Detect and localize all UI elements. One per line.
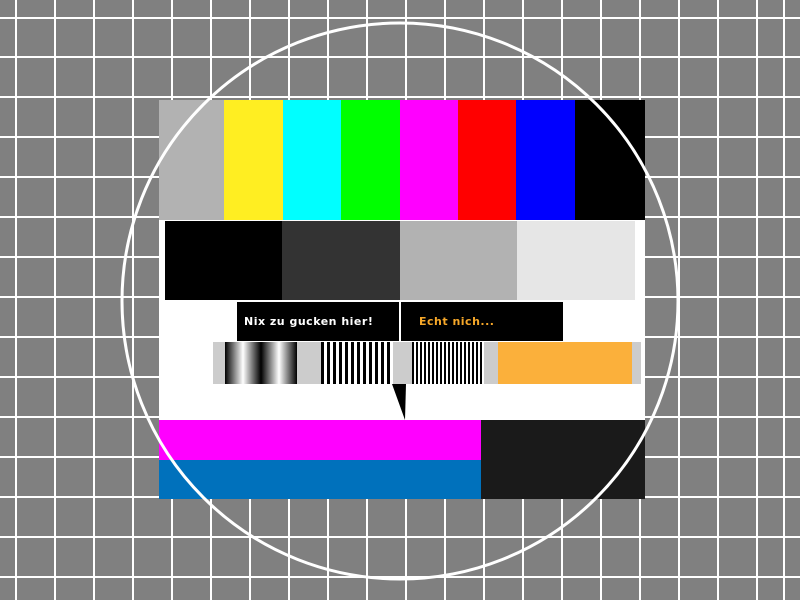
- burst-stripe: [452, 342, 454, 384]
- orange-block: [498, 342, 632, 384]
- frequency-bursts: [213, 342, 641, 384]
- burst-stripe: [381, 342, 384, 384]
- burst-stripe: [369, 342, 372, 384]
- burst-stripe: [444, 342, 446, 384]
- gray-step-dark: [282, 221, 400, 300]
- caption-left: Nix zu gucken hier!: [244, 315, 373, 328]
- caption-right: Echt nich...: [419, 315, 494, 328]
- color-bar-magenta: [400, 100, 458, 220]
- burst-stripe: [333, 342, 336, 384]
- burst-stripe: [357, 342, 360, 384]
- bottom-blue: [159, 460, 481, 499]
- gray-scale-steps: [165, 221, 635, 300]
- color-bar-red: [458, 100, 516, 220]
- burst-stripe: [432, 342, 434, 384]
- burst-stripe: [448, 342, 450, 384]
- test-card: Nix zu gucken hier! Echt nich...: [0, 0, 800, 600]
- burst-stripe: [420, 342, 422, 384]
- burst-stripe: [468, 342, 470, 384]
- top-color-bars: [159, 100, 645, 220]
- burst-stripe: [412, 342, 414, 384]
- burst-stripe: [472, 342, 474, 384]
- burst-mid-frequency: [321, 342, 393, 384]
- burst-stripe: [456, 342, 458, 384]
- burst-stripe: [351, 342, 354, 384]
- bottom-dark: [481, 420, 645, 499]
- gray-step-light: [517, 221, 635, 300]
- color-bar-blue: [516, 100, 575, 220]
- burst-stripe: [424, 342, 426, 384]
- burst-stripe: [339, 342, 342, 384]
- bottom-band: [159, 420, 645, 499]
- burst-stripe: [321, 342, 324, 384]
- burst-stripe: [464, 342, 466, 384]
- burst-stripe: [416, 342, 418, 384]
- burst-low-frequency: [225, 342, 297, 384]
- gray-step-mid: [400, 221, 517, 300]
- burst-stripe: [327, 342, 330, 384]
- burst-stripe: [387, 342, 390, 384]
- burst-stripe: [375, 342, 378, 384]
- burst-stripe: [440, 342, 442, 384]
- gray-step-black: [165, 221, 282, 300]
- color-bar-yellow: [224, 100, 283, 220]
- burst-stripe: [476, 342, 478, 384]
- bottom-magenta: [159, 420, 481, 460]
- burst-stripe: [480, 342, 482, 384]
- burst-stripe: [363, 342, 366, 384]
- burst-high-frequency: [412, 342, 484, 384]
- burst-stripe: [436, 342, 438, 384]
- burst-stripe: [460, 342, 462, 384]
- burst-stripe: [345, 342, 348, 384]
- color-bar-cyan: [283, 100, 341, 220]
- burst-stripe: [428, 342, 430, 384]
- color-bar-green: [341, 100, 400, 220]
